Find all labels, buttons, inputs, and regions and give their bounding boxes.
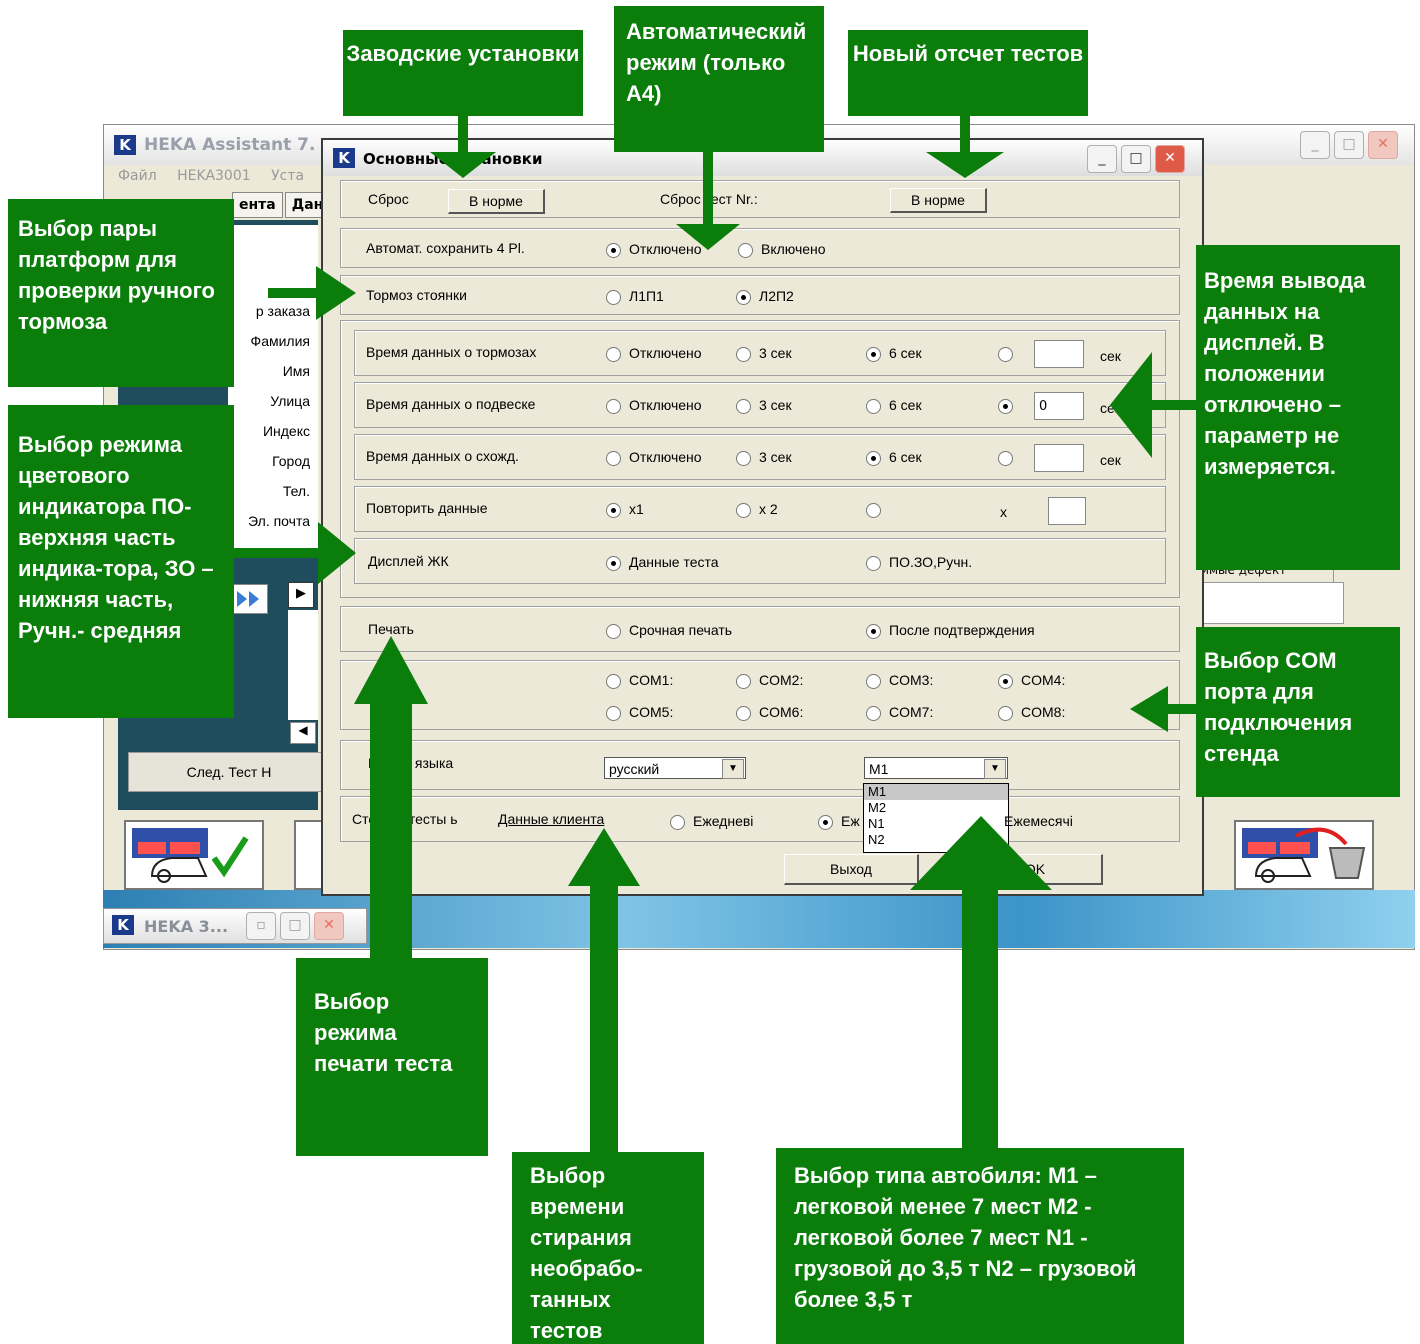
annotation-print-mode: Выбор режима печати теста: [296, 958, 488, 1156]
parking-arrow-icon: [268, 266, 356, 320]
com-port-arrow-icon: [1130, 686, 1196, 732]
annotation-color-indicator: Выбор режима цветового индикатора ПО-вер…: [8, 405, 234, 718]
erase-time-arrow-icon: [568, 828, 640, 1160]
vehicle-type-arrow-icon: [910, 816, 1052, 1152]
color-indicator-arrow-icon: [232, 522, 356, 584]
new-count-arrow-icon: [926, 115, 1004, 178]
annotation-factory-settings: Заводские установки: [343, 30, 583, 116]
annotation-erase-time: Выбор времени стирания необрабо-танных т…: [512, 1152, 704, 1344]
auto-mode-arrow-icon: [676, 150, 740, 250]
annotation-com-port: Выбор COM порта для подключения стенда: [1196, 627, 1400, 797]
display-time-arrow-icon: [1110, 352, 1196, 458]
factory-arrow-icon: [430, 115, 496, 178]
annotation-vehicle-type: Выбор типа автобиля: M1 – легковой менее…: [776, 1148, 1184, 1344]
print-mode-arrow-icon: [354, 636, 428, 960]
annotation-auto-mode: Автоматический режим (только А4): [614, 6, 824, 152]
annotation-parking-pair: Выбор пары платформ для проверки ручного…: [8, 199, 234, 387]
annotation-new-count: Новый отсчет тестов: [848, 30, 1088, 116]
annotation-display-time: Время вывода данных на дисплей. В положе…: [1196, 245, 1400, 570]
